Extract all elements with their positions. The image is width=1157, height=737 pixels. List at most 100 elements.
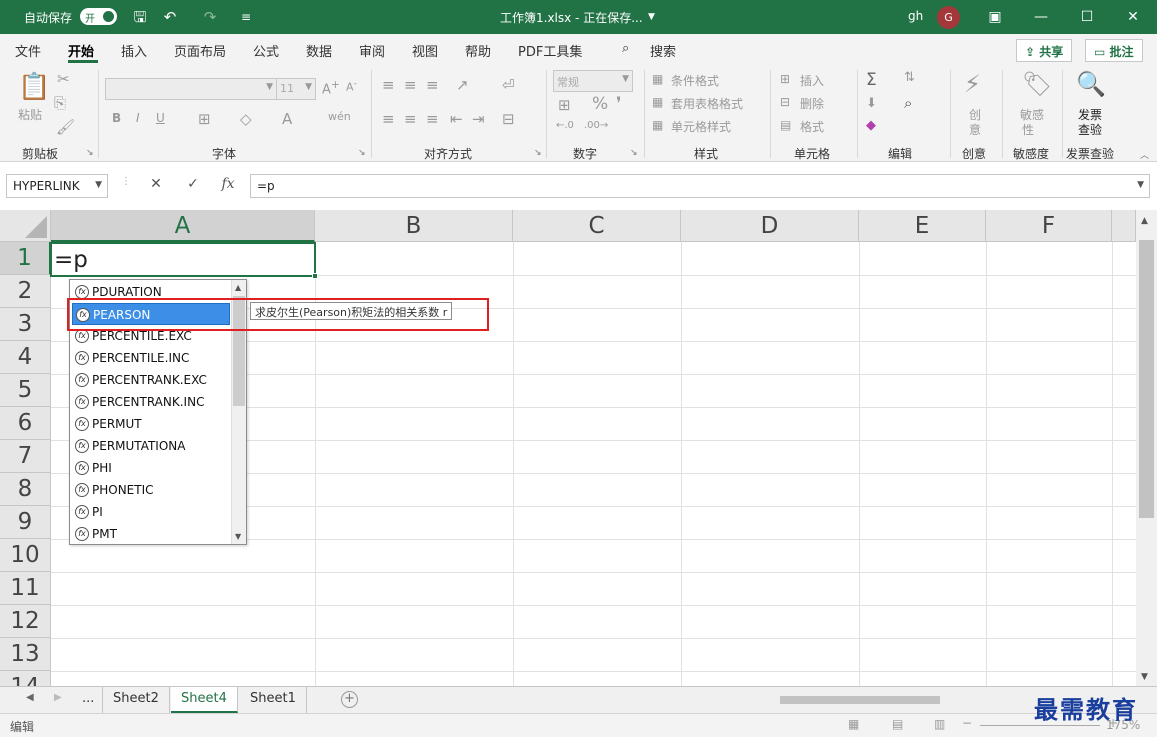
paste-label[interactable]: 粘贴 [18,106,42,123]
vertical-scroll-thumb[interactable] [1139,240,1154,518]
autocomplete-item-percentrank-inc[interactable]: fx PERCENTRANK.INC [72,391,230,413]
paste-icon[interactable]: 📋 [18,72,50,102]
fill-icon[interactable]: ⬇ [866,96,877,111]
sheet-tab-sheet2[interactable]: Sheet2 [102,687,170,713]
sheet-tab-sheet4[interactable]: Sheet4 [171,687,238,713]
clear-icon[interactable]: ◆ [866,118,876,133]
copy-icon[interactable]: ⎘ [54,94,66,112]
find-select-icon[interactable]: ⌕ [904,94,912,112]
font-launcher-icon[interactable]: ↘ [358,148,366,158]
cut-icon[interactable]: ✂ [57,70,70,88]
autocomplete-item-percentile-inc[interactable]: fx PERCENTILE.INC [72,347,230,369]
zoom-slider[interactable] [980,725,1100,726]
underline-button[interactable]: U [156,111,165,125]
number-format-combo[interactable]: 常规 ▼ [553,70,633,92]
column-header-a[interactable]: A [51,210,315,242]
enter-entry-button[interactable]: ✓ [179,176,207,196]
row-header-5[interactable]: 5 [0,374,51,407]
align-bottom-icon[interactable]: ≡ [426,76,439,94]
creative-icon[interactable]: ⚡ [964,70,981,98]
autocomplete-item-permutationa[interactable]: fx PERMUTATIONA [72,435,230,457]
collapse-ribbon-icon[interactable]: ︿ [1140,148,1149,161]
row-header-12[interactable]: 12 [0,605,51,638]
row-header-4[interactable]: 4 [0,341,51,374]
expand-formula-bar-icon[interactable]: ▼ [1137,180,1144,190]
increase-font-icon[interactable]: A+ [322,78,340,97]
tab-review[interactable]: 审阅 [359,41,385,60]
invoice-check-icon[interactable]: 🔍 [1076,70,1106,98]
fill-handle[interactable] [312,273,318,279]
autosave-toggle[interactable]: 开 [80,8,117,25]
ribbon-display-options-icon[interactable]: ▣ [972,0,1018,34]
align-left-icon[interactable]: ≡ [382,110,395,128]
conditional-formatting-button[interactable]: 条件格式 [671,72,719,89]
row-header-3[interactable]: 3 [0,308,51,341]
accounting-format-icon[interactable]: ⊞ [558,96,571,114]
italic-button[interactable]: I [136,111,140,125]
vertical-scrollbar[interactable]: ▲ ▼ [1136,210,1157,686]
row-header-13[interactable]: 13 [0,638,51,671]
percent-style-button[interactable]: % [592,94,608,114]
align-middle-icon[interactable]: ≡ [404,76,417,94]
normal-view-icon[interactable]: ▦ [848,717,859,731]
tab-formulas[interactable]: 公式 [253,41,279,60]
format-painter-icon[interactable]: 🖌 [56,118,75,136]
close-button[interactable]: ✕ [1110,0,1156,34]
autocomplete-item-phonetic[interactable]: fx PHONETIC [72,479,230,501]
name-box[interactable]: HYPERLINK ▼ [6,174,108,198]
font-name-combo[interactable]: ▼ [105,78,277,100]
decrease-decimal-icon[interactable]: .00→ [584,120,608,131]
column-header-partial[interactable] [1112,210,1136,242]
scroll-down-icon[interactable]: ▼ [1141,672,1148,682]
wrap-text-icon[interactable]: ⏎ [502,76,515,94]
font-size-combo[interactable]: 11 ▼ [276,78,316,100]
page-break-view-icon[interactable]: ▥ [934,717,945,731]
tab-help[interactable]: 帮助 [465,41,491,60]
horizontal-scroll-thumb[interactable] [780,696,940,704]
increase-decimal-icon[interactable]: ←.0 [556,120,574,131]
row-header-10[interactable]: 10 [0,539,51,572]
column-header-d[interactable]: D [681,210,859,242]
scroll-down-icon[interactable]: ▼ [235,532,241,541]
cell-styles-button[interactable]: 单元格样式 [671,118,731,135]
comments-button[interactable]: ▭ 批注 [1085,39,1143,62]
orientation-icon[interactable]: ↗ [456,76,469,94]
customize-quick-access-icon[interactable]: ≡ [236,7,256,27]
insert-cells-button[interactable]: 插入 [800,72,824,89]
column-header-e[interactable]: E [859,210,986,242]
next-sheet-icon[interactable]: ▶ [54,692,62,703]
comma-style-icon[interactable]: ❜ [616,94,621,114]
format-as-table-button[interactable]: 套用表格格式 [671,95,743,112]
save-icon[interactable]: 🖫 [130,7,150,27]
sheet-tab-sheet1[interactable]: Sheet1 [240,687,307,713]
tab-pdf-tools[interactable]: PDF工具集 [518,41,582,60]
column-header-f[interactable]: F [986,210,1112,242]
share-button[interactable]: ⇪ 共享 [1016,39,1073,62]
format-cells-button[interactable]: 格式 [800,118,824,135]
sensitivity-button-line2[interactable]: 性 [1022,121,1034,138]
decrease-font-icon[interactable]: A- [346,78,357,94]
clipboard-launcher-icon[interactable]: ↘ [86,148,94,158]
tab-home[interactable]: 开始 [68,41,94,60]
increase-indent-icon[interactable]: ⇥ [472,110,485,128]
user-name[interactable]: gh [908,9,923,23]
creative-button-line2[interactable]: 意 [969,121,981,138]
sensitivity-icon[interactable]: 🏷 [1022,70,1052,98]
cancel-entry-button[interactable]: ✕ [142,176,170,196]
number-launcher-icon[interactable]: ↘ [630,148,638,158]
tab-data[interactable]: 数据 [306,41,332,60]
delete-cells-button[interactable]: 删除 [800,95,824,112]
column-header-c[interactable]: C [513,210,681,242]
row-header-9[interactable]: 9 [0,506,51,539]
tab-view[interactable]: 视图 [412,41,438,60]
phonetic-guide-icon[interactable]: wén [328,110,351,123]
align-top-icon[interactable]: ≡ [382,76,395,94]
scroll-up-icon[interactable]: ▲ [1141,216,1148,226]
maximize-button[interactable]: ☐ [1064,0,1110,34]
merge-center-icon[interactable]: ⊟ [502,110,515,128]
decrease-indent-icon[interactable]: ⇤ [450,110,463,128]
zoom-out-icon[interactable]: − [962,716,972,730]
minimize-button[interactable]: — [1018,0,1064,34]
undo-icon[interactable]: ↶ [160,7,180,27]
align-right-icon[interactable]: ≡ [426,110,439,128]
